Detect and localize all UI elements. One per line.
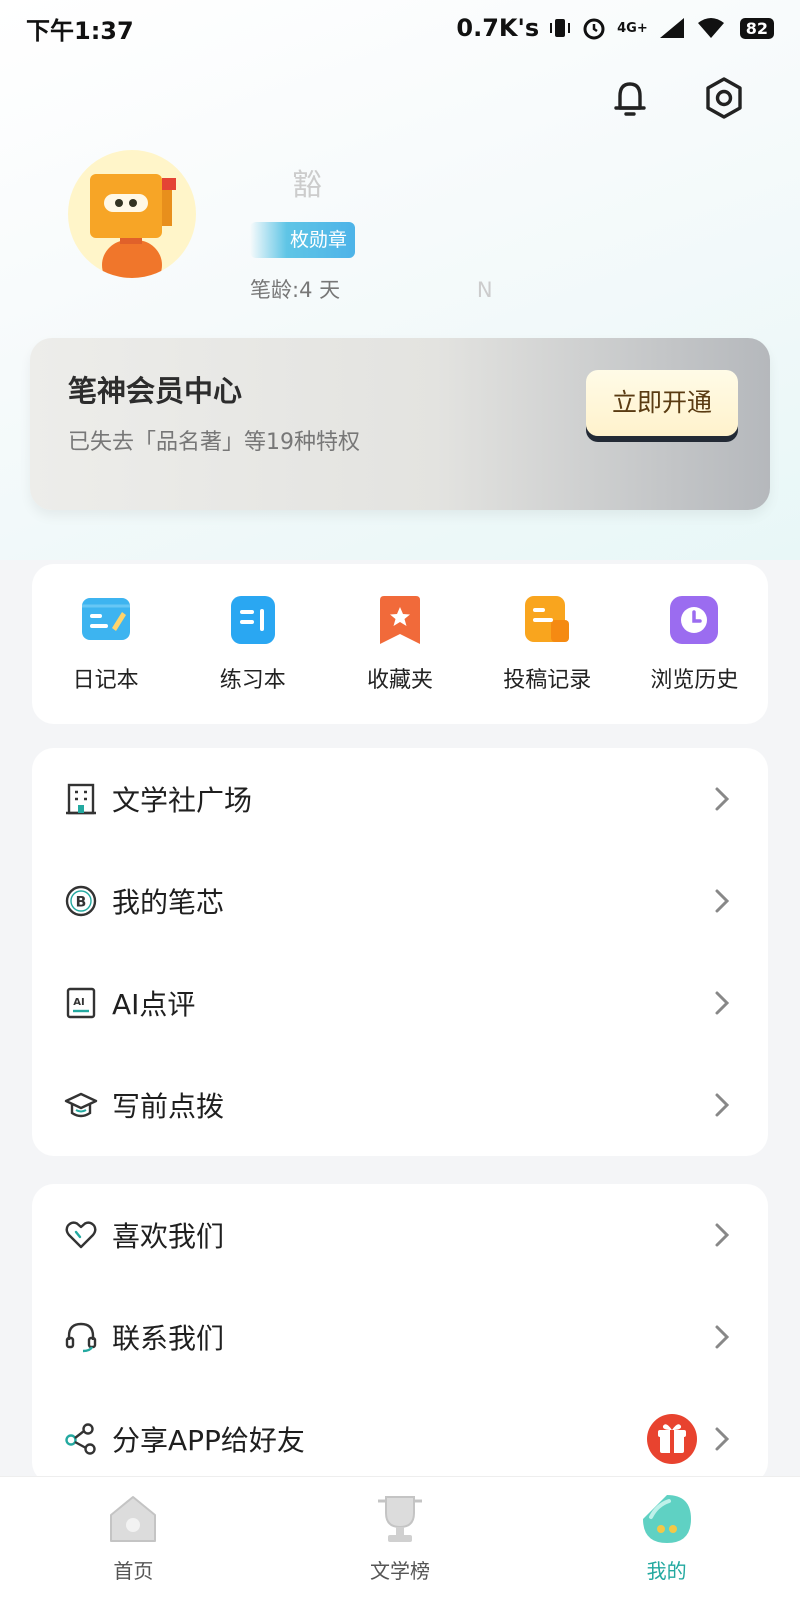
nav-label: 文学榜	[370, 1559, 430, 1583]
net-speed: 0.7K's	[456, 14, 540, 42]
ai-review-icon: AI	[66, 987, 96, 1019]
chevron-right-icon	[715, 1223, 730, 1247]
profile-icon	[642, 1495, 691, 1543]
nav-label: 首页	[113, 1559, 154, 1583]
tool-label: 收藏夹	[367, 668, 434, 693]
home-icon	[110, 1496, 157, 1542]
nav-ranking[interactable]: 文学榜	[267, 1477, 534, 1600]
tool-submissions[interactable]: 投稿记录	[474, 564, 621, 724]
tool-label: 浏览历史	[650, 668, 739, 693]
menu-label: 我的笔芯	[112, 886, 225, 919]
tool-notebook[interactable]: 练习本	[179, 564, 326, 724]
writing-age: 笔龄:4 天 N	[250, 274, 493, 304]
menu-label: 联系我们	[112, 1322, 225, 1355]
member-title: 笔神会员中心	[68, 374, 243, 408]
writing-age-text: 笔龄:4 天	[250, 278, 341, 302]
nav-home[interactable]: 首页	[0, 1477, 267, 1600]
svg-text:B: B	[76, 895, 87, 911]
bookmark-icon	[380, 596, 420, 644]
menu-item-ai-review[interactable]: AI AI点评	[32, 952, 768, 1054]
menu-item-literary-plaza[interactable]: 文学社广场	[32, 748, 768, 850]
tool-favorites[interactable]: 收藏夹	[326, 564, 473, 724]
menu-label: AI点评	[112, 988, 196, 1021]
tool-label: 练习本	[219, 668, 286, 693]
chevron-right-icon	[715, 991, 730, 1015]
svg-text:AI: AI	[73, 997, 84, 1008]
menu-label: 写前点拨	[112, 1090, 225, 1123]
heart-icon	[65, 1221, 97, 1249]
headset-icon	[65, 1322, 97, 1353]
username: 豁	[292, 168, 322, 203]
menu-item-pre-writing-tips[interactable]: 写前点拨	[32, 1054, 768, 1156]
menu-group-main: 文学社广场 B 我的笔芯 AI AI点评 写前点拨	[32, 748, 768, 1156]
tool-label: 投稿记录	[503, 668, 592, 693]
diary-icon	[81, 598, 130, 640]
battery-indicator: 82	[739, 17, 774, 39]
chevron-right-icon	[715, 1325, 730, 1349]
status-indicators: 0.7K's 4G+ 82	[456, 14, 774, 42]
tool-label: 日记本	[72, 668, 139, 693]
notebook-icon	[230, 596, 275, 644]
menu-item-my-refills[interactable]: B 我的笔芯	[32, 850, 768, 952]
wifi-icon	[697, 18, 724, 38]
nav-profile[interactable]: 我的	[533, 1477, 800, 1600]
gift-icon	[647, 1414, 697, 1464]
bell-icon[interactable]	[606, 74, 654, 122]
building-icon	[66, 783, 96, 815]
menu-label: 分享APP给好友	[112, 1424, 305, 1457]
profile-extra: N	[476, 278, 493, 302]
history-icon	[670, 596, 719, 644]
status-time: 下午1:37	[26, 16, 134, 45]
avatar[interactable]	[68, 150, 196, 278]
quick-tools: 日记本 练习本 收藏夹 投稿记录 浏览历史	[32, 564, 768, 724]
medal-badge[interactable]: 枚勋章	[250, 222, 356, 258]
member-subtitle: 已失去「品名著」等19种特权	[68, 430, 360, 455]
share-icon	[65, 1423, 96, 1455]
status-bar: 下午1:37 0.7K's 4G+ 82	[0, 0, 800, 56]
menu-group-more: 喜欢我们 联系我们 分享APP给好友	[32, 1184, 768, 1484]
menu-label: 文学社广场	[112, 784, 253, 817]
menu-item-contact-us[interactable]: 联系我们	[32, 1286, 768, 1388]
bottom-navigation: 首页 文学榜 我的	[0, 1476, 800, 1600]
menu-label: 喜欢我们	[112, 1220, 225, 1253]
member-center-card[interactable]: 笔神会员中心 已失去「品名著」等19种特权 立即开通	[30, 338, 770, 510]
chevron-right-icon	[715, 1093, 730, 1117]
coin-b-icon: B	[65, 885, 97, 917]
chevron-right-icon	[715, 889, 730, 913]
menu-item-like-us[interactable]: 喜欢我们	[32, 1184, 768, 1286]
network-type: 4G+	[617, 20, 648, 36]
robot-avatar-icon	[90, 174, 176, 278]
alarm-icon	[583, 18, 605, 40]
menu-item-share-app[interactable]: 分享APP给好友	[32, 1388, 768, 1490]
graduation-cap-icon	[64, 1092, 98, 1118]
chevron-right-icon	[715, 1427, 730, 1451]
signal-icon	[659, 18, 684, 38]
tool-diary[interactable]: 日记本	[32, 564, 179, 724]
nav-label: 我的	[646, 1559, 687, 1583]
tool-history[interactable]: 浏览历史	[621, 564, 768, 724]
submission-icon	[525, 596, 570, 642]
gear-icon[interactable]	[700, 74, 748, 122]
trophy-icon	[378, 1496, 422, 1542]
chevron-right-icon	[715, 787, 730, 811]
vibrate-icon	[550, 19, 571, 37]
open-membership-button[interactable]: 立即开通	[586, 370, 738, 436]
